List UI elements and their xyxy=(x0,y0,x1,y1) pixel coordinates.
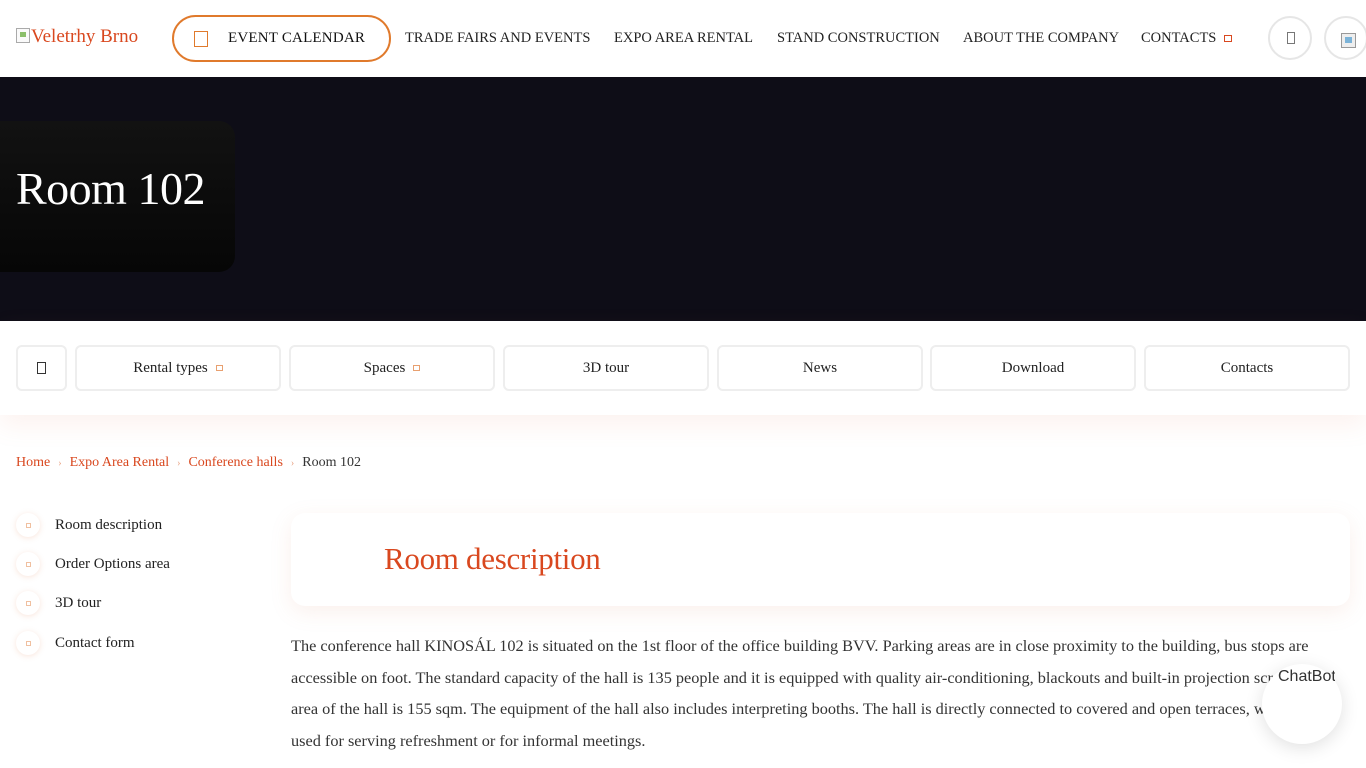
breadcrumb-separator-icon: › xyxy=(177,457,181,469)
home-icon xyxy=(37,362,46,374)
nav-expo-area-rental[interactable]: EXPO AREA RENTAL xyxy=(614,30,753,47)
nav-trade-fairs[interactable]: TRADE FAIRS AND EVENTS xyxy=(405,30,590,47)
side-menu-label: 3D tour xyxy=(55,594,102,611)
chatbot-label: ChatBot xyxy=(1278,668,1335,685)
event-calendar-label: EVENT CALENDAR xyxy=(228,30,366,46)
nav-label: TRADE FAIRS AND EVENTS xyxy=(405,30,591,46)
logo[interactable]: Veletrhy Brno xyxy=(16,26,138,48)
side-menu-contact-form[interactable]: Contact form xyxy=(16,631,135,655)
room-description-text: The conference hall KINOSÁL 102 is situa… xyxy=(291,636,1340,751)
breadcrumb-conference-halls[interactable]: Conference halls xyxy=(188,455,282,471)
breadcrumb-separator-icon: › xyxy=(290,457,295,469)
breadcrumb-current: Room 102 xyxy=(302,455,361,470)
nav-about-company[interactable]: ABOUT THE COMPANY xyxy=(963,30,1119,47)
event-calendar-button[interactable]: EVENT CALENDAR xyxy=(172,15,391,62)
language-button[interactable] xyxy=(1324,16,1366,60)
breadcrumb: Home › Expo Area Rental › Conference hal… xyxy=(16,455,361,471)
nav-label: EXPO AREA RENTAL xyxy=(614,30,754,46)
search-icon xyxy=(1287,32,1295,44)
chevron-down-icon xyxy=(215,365,223,371)
side-menu-label: Order Options area xyxy=(55,555,170,572)
nav-label: ABOUT THE COMPANY xyxy=(963,30,1120,46)
nav-contacts[interactable]: CONTACTS xyxy=(1141,30,1233,47)
breadcrumb-home[interactable]: Home xyxy=(16,455,50,471)
logo-alt-text: Veletrhy Brno xyxy=(31,26,139,47)
language-flag-icon xyxy=(1341,33,1356,48)
subnav-contacts[interactable]: Contacts xyxy=(1144,345,1350,391)
subnav-label: Spaces xyxy=(363,359,406,376)
bullet-icon xyxy=(16,631,40,655)
side-menu-label: Contact form xyxy=(55,634,135,651)
subnav-label: Contacts xyxy=(1220,359,1274,376)
site-header: Veletrhy Brno EVENT CALENDAR TRADE FAIRS… xyxy=(0,0,1366,77)
search-button[interactable] xyxy=(1268,16,1312,60)
side-menu-room-description[interactable]: Room description xyxy=(16,513,162,537)
logo-image-icon xyxy=(16,28,30,43)
chevron-down-icon xyxy=(1224,35,1233,43)
page-title: Room 102 xyxy=(16,163,205,214)
subnav-rental-types[interactable]: Rental types xyxy=(75,345,281,391)
subnav-download[interactable]: Download xyxy=(930,345,1136,391)
hero-banner: Room 102 xyxy=(0,77,1366,321)
subnav-3d-tour[interactable]: 3D tour xyxy=(503,345,709,391)
calendar-icon xyxy=(194,30,208,47)
subnav-label: 3D tour xyxy=(582,359,630,376)
bullet-icon xyxy=(16,513,40,537)
nav-stand-construction[interactable]: STAND CONSTRUCTION xyxy=(777,30,940,47)
side-menu-label: Room description xyxy=(55,516,163,533)
subnav-spaces[interactable]: Spaces xyxy=(289,345,495,391)
subnav-home-button[interactable] xyxy=(16,345,67,391)
chevron-down-icon xyxy=(413,365,421,371)
breadcrumb-expo-area-rental[interactable]: Expo Area Rental xyxy=(70,455,170,471)
nav-label: CONTACTS xyxy=(1141,30,1217,46)
subnav-label: Download xyxy=(1001,359,1065,376)
breadcrumb-separator-icon: › xyxy=(58,457,62,469)
side-menu-order-options[interactable]: Order Options area xyxy=(16,552,170,576)
chatbot-button[interactable]: ChatBot xyxy=(1262,664,1342,744)
bullet-icon xyxy=(16,591,40,615)
section-heading-card: Room description xyxy=(291,513,1350,606)
subnav-label: News xyxy=(802,359,838,376)
nav-label: STAND CONSTRUCTION xyxy=(777,30,940,46)
subnav-label: Rental types xyxy=(133,359,208,376)
subnav-news[interactable]: News xyxy=(717,345,923,391)
section-heading: Room description xyxy=(384,541,601,576)
side-menu-3d-tour[interactable]: 3D tour xyxy=(16,591,101,615)
bullet-icon xyxy=(16,552,40,576)
section-subnav: Rental types Spaces 3D tour News Downloa… xyxy=(0,321,1366,415)
